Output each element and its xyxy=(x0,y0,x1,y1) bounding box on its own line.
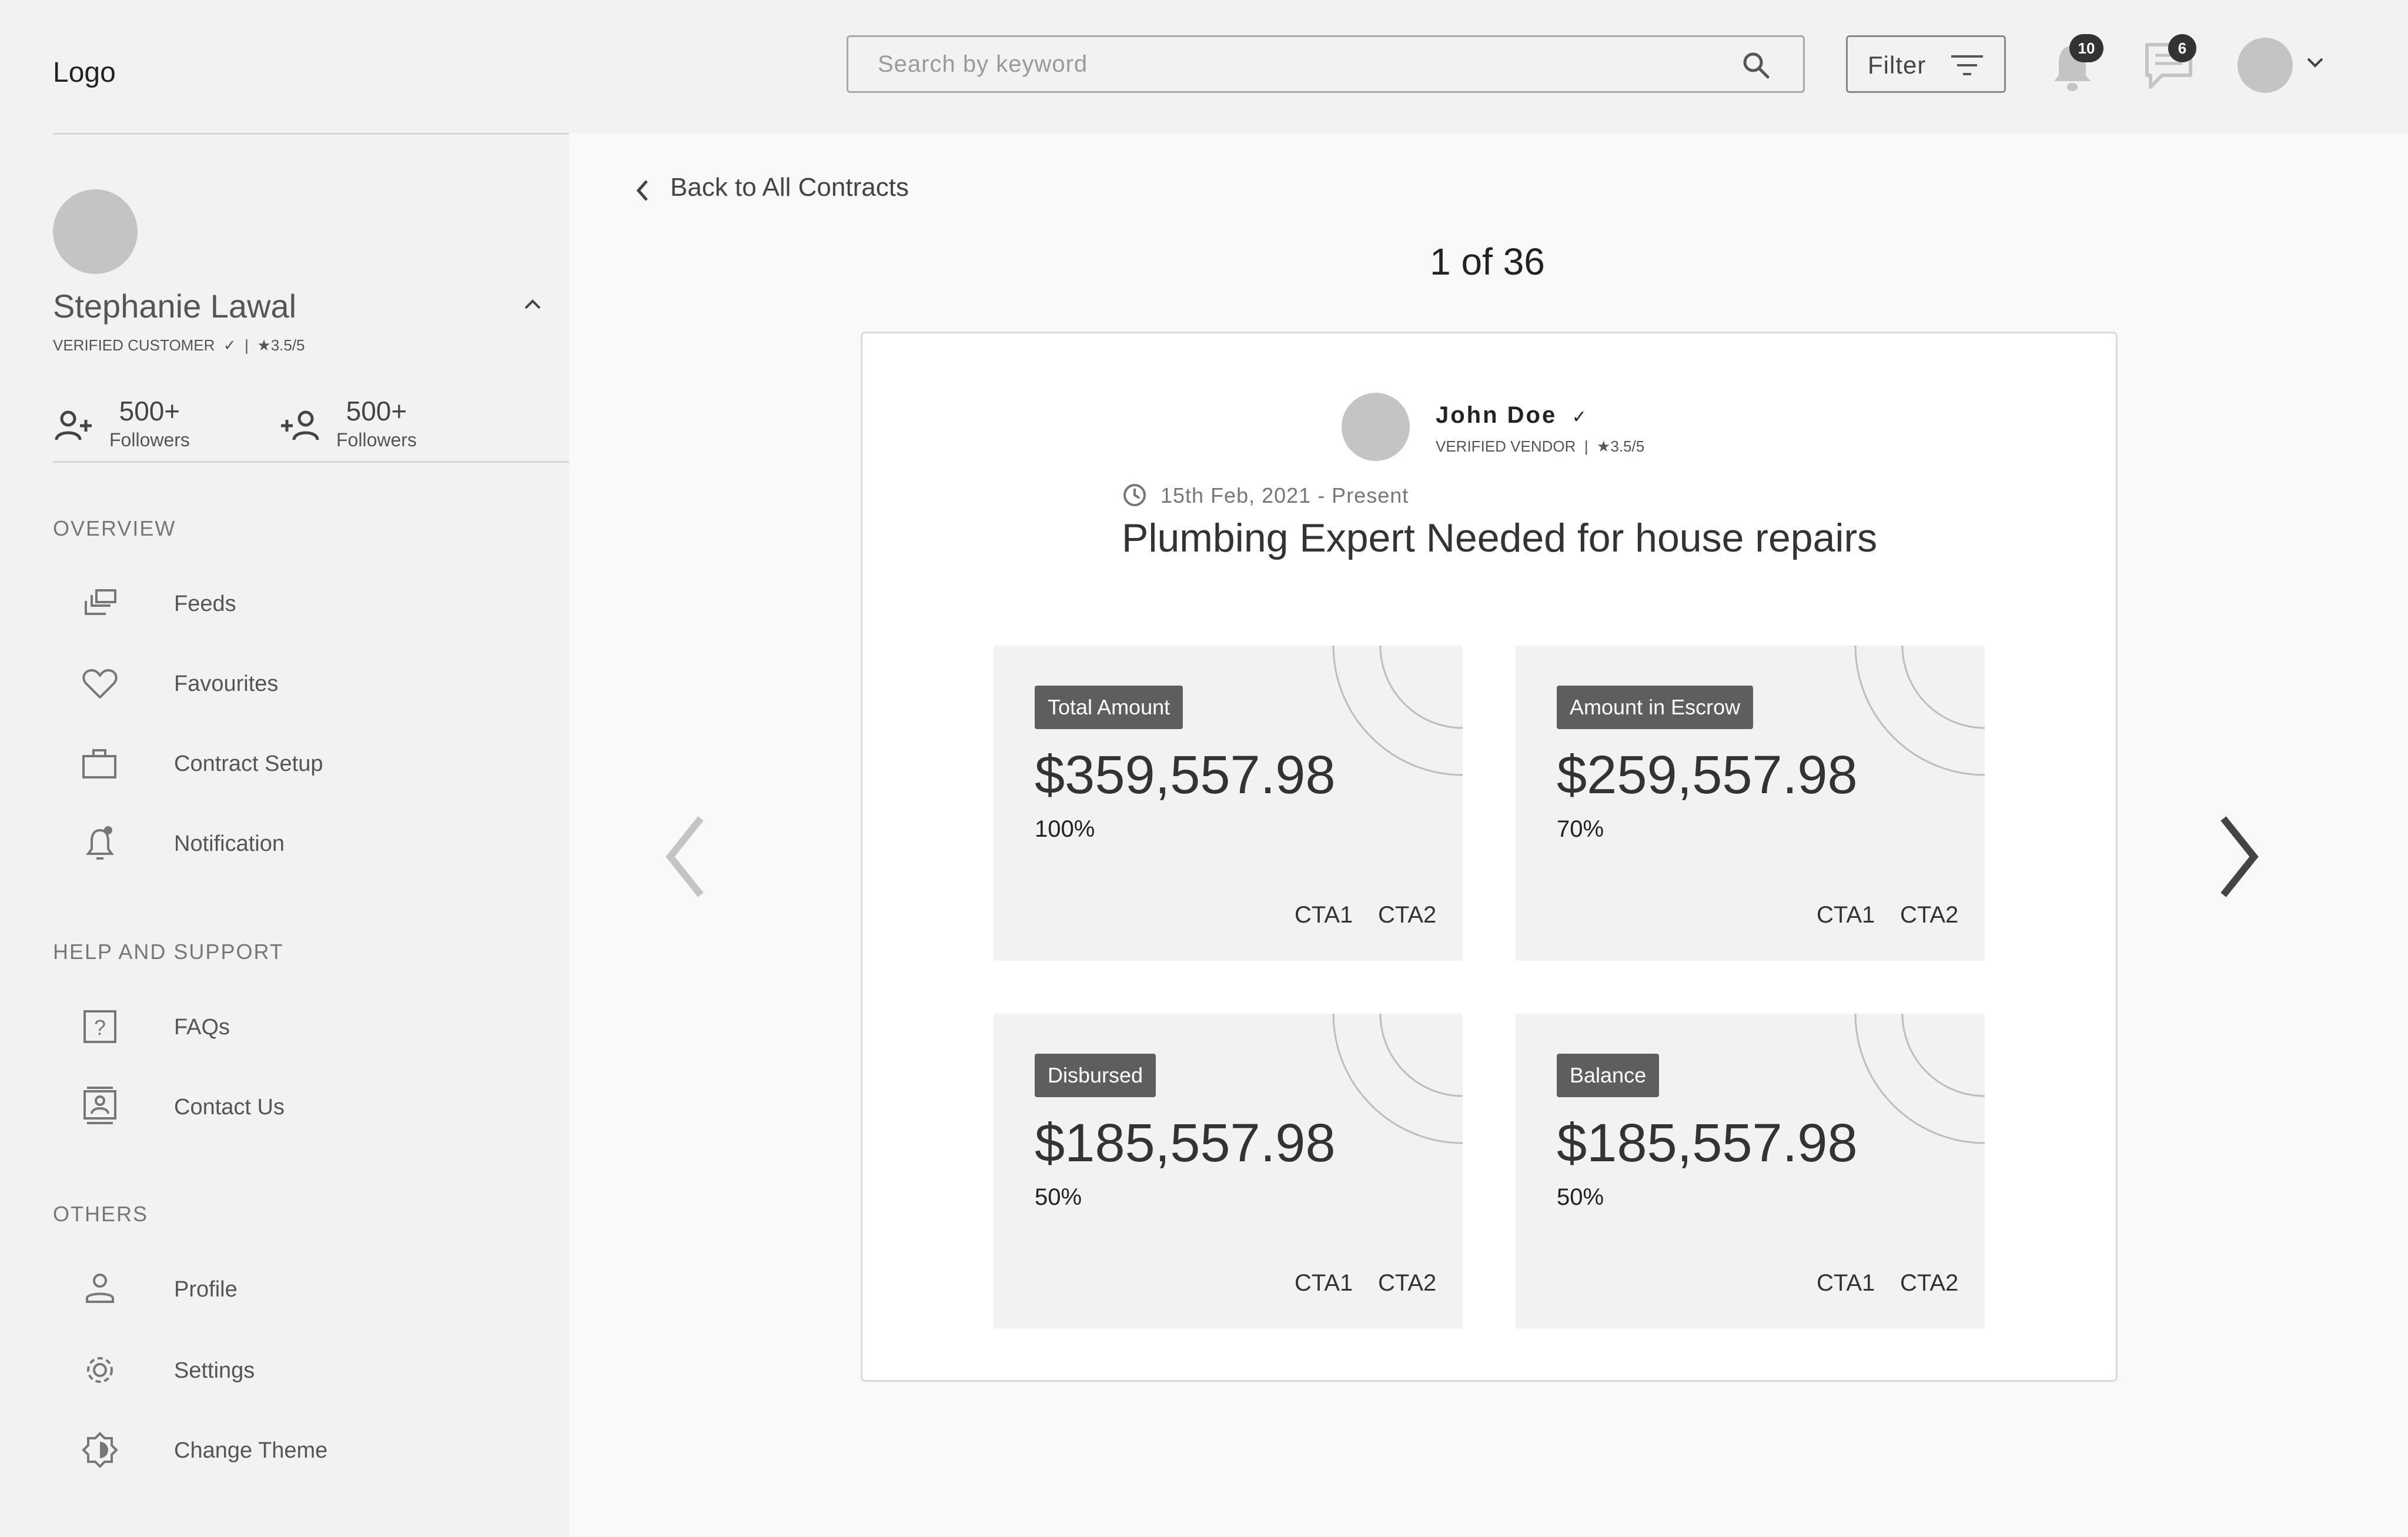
tile-amount: $185,557.98 xyxy=(1557,1113,1858,1173)
svg-text:?: ? xyxy=(94,1015,106,1040)
cta1-button[interactable]: CTA1 xyxy=(1817,1270,1875,1297)
tile-amount: $359,557.98 xyxy=(1035,745,1336,805)
tile-label: Disbursed xyxy=(1035,1054,1156,1097)
sidebar-item-contact-us[interactable]: Contact Us xyxy=(174,1095,285,1120)
sidebar-item-profile[interactable]: Profile xyxy=(174,1277,238,1302)
sidebar-item-change-theme[interactable]: Change Theme xyxy=(174,1438,327,1464)
search-icon[interactable] xyxy=(1741,50,1771,83)
vendor-avatar[interactable] xyxy=(1342,393,1410,461)
chevron-up-icon[interactable] xyxy=(523,298,542,313)
tile-balance: Balance $185,557.98 50% CTA1 CTA2 xyxy=(1516,1014,1985,1329)
add-user-icon xyxy=(279,409,320,445)
heart-icon xyxy=(81,668,119,704)
vendor-name-text: John Doe xyxy=(1436,402,1557,428)
cta1-button[interactable]: CTA1 xyxy=(1295,902,1353,928)
add-user-icon xyxy=(54,409,95,445)
search-input[interactable]: Search by keyword xyxy=(847,35,1805,93)
profile-status: VERIFIED CUSTOMER xyxy=(53,336,215,354)
verified-icon: ✓ xyxy=(219,336,240,354)
tile-amount-in-escrow: Amount in Escrow $259,557.98 70% CTA1 CT… xyxy=(1516,646,1985,961)
stat-label: Followers xyxy=(109,429,190,450)
section-help-and-support: HELP AND SUPPORT xyxy=(53,940,284,964)
tile-amount: $185,557.98 xyxy=(1035,1113,1336,1173)
section-others: OTHERS xyxy=(53,1202,149,1226)
profile-avatar[interactable] xyxy=(53,189,138,274)
vendor-meta: VERIFIED VENDOR | ★3.5/5 xyxy=(1436,437,1644,456)
clock-icon xyxy=(1122,482,1148,511)
meta-separator: | xyxy=(1580,437,1593,455)
tile-percent: 50% xyxy=(1035,1184,1082,1210)
briefcase-icon xyxy=(81,748,119,784)
meta-separator: | xyxy=(245,336,249,354)
stat-value: 500+ xyxy=(119,396,180,426)
tile-percent: 50% xyxy=(1557,1184,1604,1210)
decorative-arcs xyxy=(1850,646,1985,784)
tile-disbursed: Disbursed $185,557.98 50% CTA1 CTA2 xyxy=(994,1014,1463,1329)
stat-label: Followers xyxy=(336,429,417,450)
contact-card-icon xyxy=(81,1087,119,1128)
cta2-button[interactable]: CTA2 xyxy=(1378,902,1436,928)
cta1-button[interactable]: CTA1 xyxy=(1295,1270,1353,1297)
filter-icon xyxy=(1950,54,1984,80)
star-icon: ★ xyxy=(253,336,271,354)
tile-label: Total Amount xyxy=(1035,686,1183,729)
profile-meta: VERIFIED CUSTOMER ✓ | ★3.5/5 xyxy=(53,336,305,355)
tile-amount: $259,557.98 xyxy=(1557,745,1858,805)
bell-icon xyxy=(81,824,119,865)
question-icon: ? xyxy=(81,1010,119,1046)
filter-label: Filter xyxy=(1868,51,1927,79)
contract-date-range: 15th Feb, 2021 - Present xyxy=(1160,483,1409,507)
sidebar-item-favourites[interactable]: Favourites xyxy=(174,671,278,697)
divider xyxy=(53,461,569,463)
section-overview: OVERVIEW xyxy=(53,516,176,540)
sidebar-item-settings[interactable]: Settings xyxy=(174,1358,255,1384)
stat-value: 500+ xyxy=(346,396,407,426)
divider xyxy=(53,133,569,135)
decorative-arcs xyxy=(1327,646,1463,784)
cta2-button[interactable]: CTA2 xyxy=(1900,902,1958,928)
sidebar-item-feeds[interactable]: Feeds xyxy=(174,592,236,617)
tile-percent: 100% xyxy=(1035,816,1095,842)
back-to-contracts-link[interactable]: Back to All Contracts xyxy=(670,173,909,202)
user-icon xyxy=(81,1272,119,1308)
messages-badge: 6 xyxy=(2168,34,2196,62)
pager-indicator: 1 of 36 xyxy=(1430,240,1545,283)
sidebar-item-notification[interactable]: Notification xyxy=(174,831,285,857)
filter-button[interactable]: Filter xyxy=(1846,35,2006,93)
stat-followers-2: 500+ Followers xyxy=(336,395,417,451)
stat-followers-1: 500+ Followers xyxy=(109,395,190,451)
decorative-arcs xyxy=(1327,1014,1463,1152)
theme-icon xyxy=(81,1431,119,1472)
cta2-button[interactable]: CTA2 xyxy=(1900,1270,1958,1297)
vendor-status: VERIFIED VENDOR xyxy=(1436,437,1576,455)
vendor-rating: 3.5/5 xyxy=(1610,437,1645,455)
tile-label: Amount in Escrow xyxy=(1557,686,1754,729)
contract-title: Plumbing Expert Needed for house repairs xyxy=(1122,516,1878,560)
sidebar-item-faqs[interactable]: FAQs xyxy=(174,1015,230,1040)
gear-icon xyxy=(81,1351,119,1392)
star-icon: ★ xyxy=(1597,437,1611,455)
search-placeholder: Search by keyword xyxy=(878,51,1088,77)
decorative-arcs xyxy=(1850,1014,1985,1152)
tile-label: Balance xyxy=(1557,1054,1660,1097)
logo[interactable]: Logo xyxy=(53,56,116,89)
previous-arrow-icon[interactable] xyxy=(662,813,709,904)
sidebar-item-contract-setup[interactable]: Contract Setup xyxy=(174,751,323,777)
tile-percent: 70% xyxy=(1557,816,1604,842)
cta1-button[interactable]: CTA1 xyxy=(1817,902,1875,928)
vendor-name: John Doe ✓ xyxy=(1436,402,1588,429)
cta2-button[interactable]: CTA2 xyxy=(1378,1270,1436,1297)
chevron-down-icon[interactable] xyxy=(2306,56,2325,72)
profile-name: Stephanie Lawal xyxy=(53,288,297,325)
chevron-left-icon[interactable] xyxy=(634,179,651,205)
verified-icon: ✓ xyxy=(1565,407,1588,427)
tile-total-amount: Total Amount $359,557.98 100% CTA1 CTA2 xyxy=(994,646,1463,961)
feeds-icon xyxy=(81,588,119,624)
next-arrow-icon[interactable] xyxy=(2215,813,2262,904)
profile-rating: 3.5/5 xyxy=(270,336,305,354)
account-avatar[interactable] xyxy=(2238,38,2293,93)
notifications-badge: 10 xyxy=(2069,34,2103,62)
